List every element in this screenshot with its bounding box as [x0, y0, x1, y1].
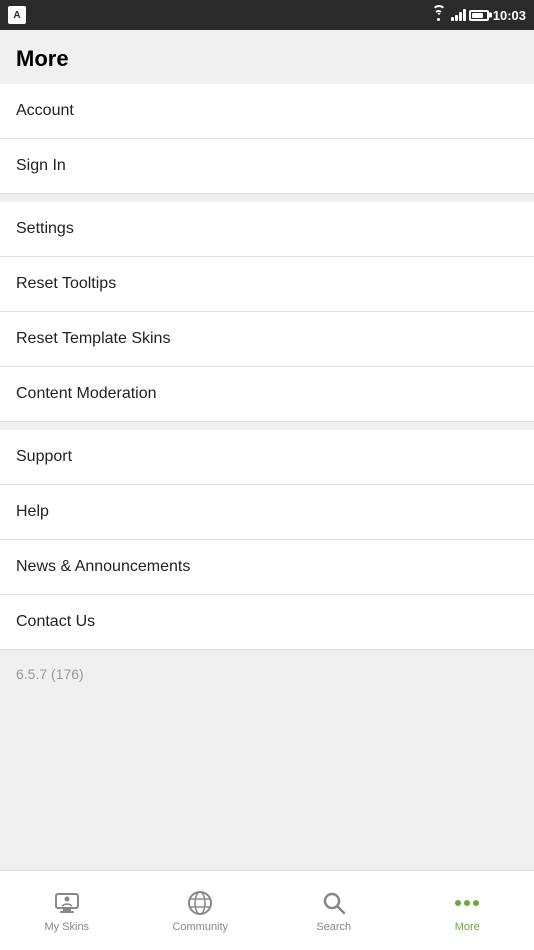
nav-item-more[interactable]: More	[401, 871, 534, 950]
menu-item-account[interactable]: Account	[0, 84, 534, 139]
menu-section-2: Settings Reset Tooltips Reset Template S…	[0, 202, 534, 422]
menu-item-content-moderation[interactable]: Content Moderation	[0, 367, 534, 422]
nav-label-community: Community	[172, 921, 228, 933]
status-bar: A 10:03	[0, 0, 534, 30]
section-separator-2	[0, 422, 534, 430]
nav-item-my-skins[interactable]: My Skins	[0, 871, 134, 950]
signal-bars-icon	[451, 9, 466, 21]
menu-item-settings[interactable]: Settings	[0, 202, 534, 257]
battery-icon	[469, 10, 489, 21]
section-separator-1	[0, 194, 534, 202]
menu-item-reset-tooltips[interactable]: Reset Tooltips	[0, 257, 534, 312]
more-icon	[453, 889, 481, 917]
menu-item-news-announcements[interactable]: News & Announcements	[0, 540, 534, 595]
app-icon: A	[8, 6, 26, 24]
menu-item-help[interactable]: Help	[0, 485, 534, 540]
status-icons	[432, 9, 489, 21]
my-skins-icon	[53, 889, 81, 917]
community-icon	[186, 889, 214, 917]
status-bar-right: 10:03	[432, 8, 526, 23]
menu-item-support[interactable]: Support	[0, 430, 534, 485]
search-icon	[320, 889, 348, 917]
menu-section-3: Support Help News & Announcements Contac…	[0, 430, 534, 650]
status-time: 10:03	[493, 8, 526, 23]
page-title-section: More	[0, 30, 534, 84]
menu-item-reset-template-skins[interactable]: Reset Template Skins	[0, 312, 534, 367]
nav-label-more: More	[455, 921, 480, 933]
menu-section-1: Account Sign In	[0, 84, 534, 194]
nav-item-community[interactable]: Community	[134, 871, 268, 950]
nav-item-search[interactable]: Search	[267, 871, 401, 950]
status-bar-left: A	[8, 6, 26, 24]
nav-label-my-skins: My Skins	[44, 921, 89, 933]
main-content: More Account Sign In Settings Reset Tool…	[0, 30, 534, 900]
menu-item-contact-us[interactable]: Contact Us	[0, 595, 534, 650]
nav-label-search: Search	[316, 921, 351, 933]
wifi-icon	[432, 9, 446, 21]
page-title: More	[16, 46, 518, 72]
version-text: 6.5.7 (176)	[0, 650, 534, 698]
menu-item-sign-in[interactable]: Sign In	[0, 139, 534, 194]
bottom-nav: My Skins Community Search	[0, 870, 534, 950]
